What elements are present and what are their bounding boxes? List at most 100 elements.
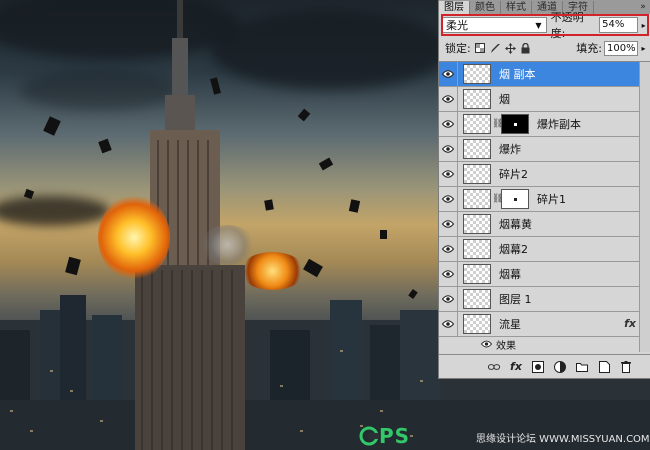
- layer-name: 流星: [499, 318, 521, 331]
- effects-row[interactable]: 效果: [439, 337, 650, 352]
- group-icon[interactable]: [576, 361, 588, 373]
- watermark-text: 思缘设计论坛 WWW.MISSYUAN.COM: [476, 434, 650, 445]
- tab-layers[interactable]: 图层: [439, 1, 470, 14]
- layer-name: 烟幕2: [499, 243, 528, 256]
- tab-styles[interactable]: 样式: [501, 1, 532, 14]
- layer-thumbnail: [463, 214, 491, 234]
- new-layer-icon[interactable]: [598, 360, 610, 373]
- explosion-fireball: [240, 252, 305, 290]
- mask-dot: [514, 123, 517, 126]
- layer-thumbnail: [463, 139, 491, 159]
- visibility-eye-icon[interactable]: [439, 87, 458, 111]
- layer-thumbnail: [463, 189, 491, 209]
- debris-fragment: [318, 157, 334, 171]
- layer-row[interactable]: 碎片2: [439, 162, 650, 187]
- layer-name: 碎片1: [537, 193, 566, 206]
- layer-name: 烟 副本: [499, 68, 536, 81]
- fx-icon[interactable]: fx: [510, 360, 522, 373]
- layer-thumbnail: [463, 89, 491, 109]
- layer-name: 烟幕黄: [499, 218, 532, 231]
- logo-text: PS: [379, 424, 411, 448]
- fill-input[interactable]: 100%: [604, 40, 638, 56]
- transparency-lock-icon[interactable]: [475, 43, 486, 54]
- trash-icon[interactable]: [620, 360, 632, 373]
- layer-name: 烟: [499, 93, 510, 106]
- layer-thumbnail: [463, 239, 491, 259]
- effects-label: 效果: [496, 340, 516, 352]
- layer-name: 烟幕: [499, 268, 521, 281]
- smoke-trail: [0, 196, 110, 226]
- layer-list: 烟 副本烟 ⛓ 爆炸副本爆炸碎片2 ⛓ 碎片1 烟幕黄烟幕2 烟幕图层 1 流星 fx 效果内发光: [439, 61, 650, 353]
- debris-fragment: [297, 108, 311, 122]
- brush-lock-icon[interactable]: [490, 43, 501, 54]
- visibility-eye-icon[interactable]: [439, 137, 458, 161]
- visibility-eye-icon[interactable]: [439, 62, 458, 86]
- layer-fx-badge[interactable]: fx: [624, 317, 636, 330]
- panel-tab-bar: 图层 颜色 样式 通道 字符 »: [439, 0, 650, 14]
- layer-name: 碎片2: [499, 168, 528, 181]
- mask-link-icon[interactable]: ⛓: [492, 119, 503, 129]
- effects-eye-icon[interactable]: [481, 340, 492, 348]
- layer-row[interactable]: 烟幕: [439, 262, 650, 287]
- effect-item-label: 内发光: [510, 351, 540, 354]
- layer-list-scrollbar[interactable]: [639, 62, 650, 352]
- layer-thumbnail: [463, 64, 491, 84]
- debris-fragment: [65, 256, 81, 276]
- layer-name: 爆炸: [499, 143, 521, 156]
- padlock-icon[interactable]: [520, 42, 531, 54]
- effect-item-row[interactable]: 内发光: [439, 351, 650, 353]
- layer-row[interactable]: ⛓ 碎片1: [439, 187, 650, 212]
- layer-row[interactable]: 烟: [439, 87, 650, 112]
- fill-slider-arrow-icon[interactable]: ▸: [639, 44, 648, 53]
- layer-row[interactable]: ⛓ 爆炸副本: [439, 112, 650, 137]
- site-logo: PS: [359, 424, 410, 448]
- visibility-eye-icon[interactable]: [439, 237, 458, 261]
- visibility-eye-icon[interactable]: [439, 187, 458, 211]
- layer-thumbnail: [463, 164, 491, 184]
- smoke-puff: [200, 225, 255, 265]
- opacity-input[interactable]: 54%: [599, 17, 639, 33]
- layer-row[interactable]: 爆炸: [439, 137, 650, 162]
- adjustment-icon[interactable]: [554, 360, 566, 373]
- layer-thumbnail: [463, 314, 491, 334]
- panel-footer-toolbar: fx: [439, 354, 650, 378]
- mask-link-icon[interactable]: ⛓: [492, 194, 503, 204]
- lock-fill-row: 锁定: 填充: 100% ▸: [445, 40, 648, 56]
- chevron-down-icon: ▼: [535, 20, 542, 30]
- logo-mark-icon: [359, 426, 379, 446]
- layer-row[interactable]: 烟幕2: [439, 237, 650, 262]
- layer-mask-thumbnail[interactable]: [501, 114, 529, 134]
- layer-row[interactable]: 烟 副本: [439, 62, 650, 87]
- blend-opacity-row: 柔光 ▼ 不透明度: 54% ▸: [441, 11, 649, 40]
- mask-icon[interactable]: [532, 360, 544, 373]
- blend-mode-value: 柔光: [446, 19, 468, 32]
- layer-row[interactable]: 烟幕黄: [439, 212, 650, 237]
- debris-fragment: [348, 199, 361, 213]
- visibility-eye-icon[interactable]: [439, 287, 458, 311]
- visibility-eye-icon[interactable]: [439, 112, 458, 136]
- debris-fragment: [43, 116, 61, 136]
- visibility-eye-icon[interactable]: [439, 262, 458, 286]
- link-icon[interactable]: [488, 361, 500, 373]
- tabs-overflow-icon[interactable]: »: [636, 1, 650, 14]
- layer-row[interactable]: 图层 1: [439, 287, 650, 312]
- move-lock-icon[interactable]: [504, 42, 516, 54]
- layer-name: 图层 1: [499, 293, 532, 306]
- opacity-label: 不透明度:: [550, 11, 584, 40]
- visibility-eye-icon[interactable]: [439, 212, 458, 236]
- layer-row[interactable]: 流星 fx: [439, 312, 650, 337]
- layer-mask-thumbnail[interactable]: [501, 189, 529, 209]
- layers-panel: 图层 颜色 样式 通道 字符 » 柔光 ▼ 不透明度: 54% ▸ 锁定: 填充…: [438, 0, 650, 379]
- tab-color[interactable]: 颜色: [470, 1, 501, 14]
- explosion-fireball: [98, 195, 170, 280]
- blend-mode-select[interactable]: 柔光 ▼: [441, 17, 547, 33]
- layer-thumbnail: [463, 264, 491, 284]
- layer-thumbnail: [463, 289, 491, 309]
- debris-fragment: [98, 138, 112, 154]
- visibility-eye-icon[interactable]: [439, 162, 458, 186]
- debris-fragment: [264, 199, 274, 211]
- layer-name: 爆炸副本: [537, 118, 581, 131]
- opacity-slider-arrow-icon[interactable]: ▸: [639, 21, 648, 30]
- debris-fragment: [303, 258, 323, 278]
- visibility-eye-icon[interactable]: [439, 312, 458, 336]
